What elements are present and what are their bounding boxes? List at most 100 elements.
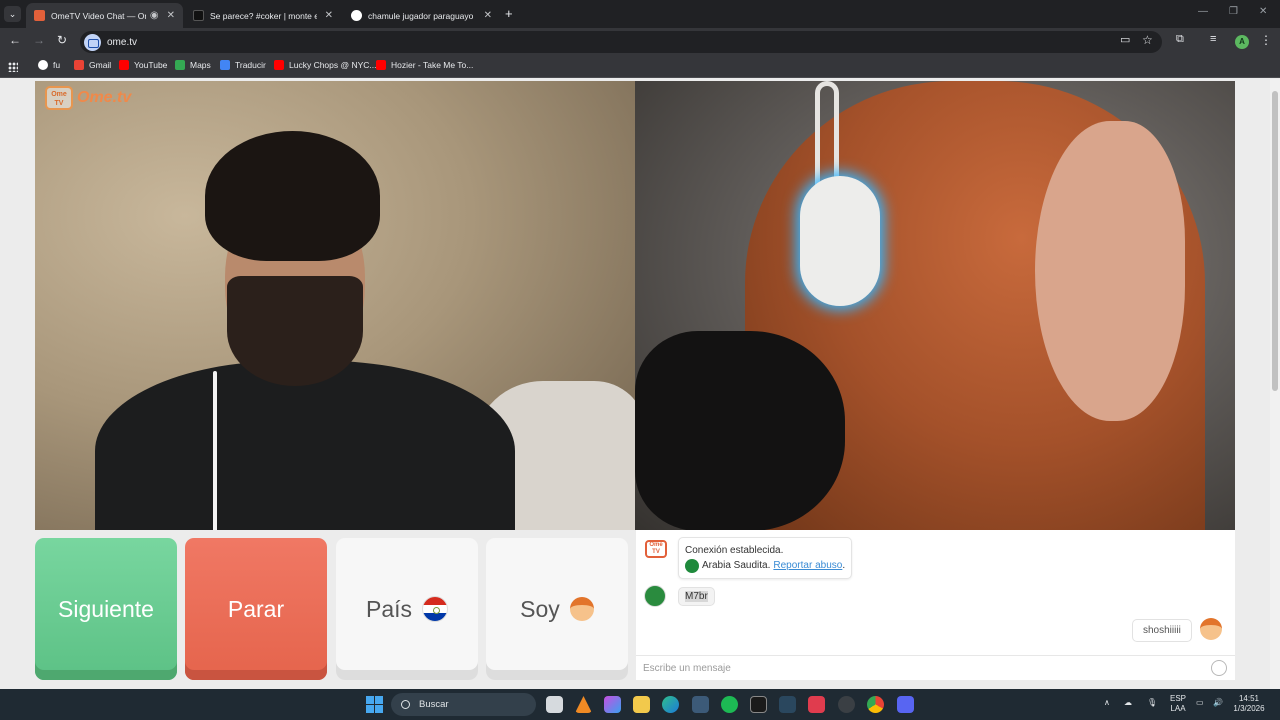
microphone [635,331,845,530]
taskbar-search[interactable]: Buscar [391,693,536,716]
bookmark-label: Traducir [235,60,266,70]
bookmark-label: YouTube [134,60,168,70]
report-abuse-link[interactable]: Reportar abuso [773,558,842,573]
message-input[interactable] [636,656,1196,680]
emoji-picker-icon[interactable] [1211,660,1227,676]
language-indicator[interactable]: ESP LAA [1167,694,1189,714]
tab-search-chevron-icon[interactable]: ⌄ [4,6,21,22]
gender-button-label: Soy [520,595,560,622]
bookmark-item[interactable]: Maps [175,60,211,70]
logo-wordmark: Ome.tv [77,89,132,106]
headphone-band [815,81,839,191]
network-icon[interactable]: ▭ [1196,698,1204,708]
my-message: shoshiiiii [1132,619,1192,642]
system-message: Conexión establecida. Arabia Saudita. Re… [678,537,853,579]
minimize-icon[interactable]: — [1198,6,1208,17]
windows-start-icon[interactable] [366,696,383,713]
tray-chevron-icon[interactable]: ∧ [1104,698,1110,708]
gender-select-button[interactable]: Soy [486,538,628,680]
spotify-icon[interactable] [721,696,738,713]
chrome-icon[interactable] [867,696,884,713]
search-icon [401,700,410,709]
file-explorer-icon[interactable] [633,696,650,713]
bookmark-item[interactable]: Gmail [74,60,111,70]
country-select-button[interactable]: País [336,538,478,680]
youtube-icon [274,60,284,70]
volume-icon[interactable]: 🔊 [1213,698,1223,708]
cast-icon[interactable]: ▭ [1120,33,1130,46]
tab-tiktok[interactable]: Se parece? #coker | monte evere ✕ [185,3,341,28]
stranger-video [635,81,1235,530]
country-name: Arabia Saudita. [702,560,771,571]
back-icon[interactable]: ← [9,33,21,47]
onedrive-icon[interactable]: ☁ [1124,698,1132,708]
menu-kebab-icon[interactable]: ⋮ [1260,33,1272,47]
stop-button[interactable]: Parar [185,538,327,680]
microphone-icon[interactable]: 🎙 [1147,698,1157,708]
forward-icon[interactable]: → [33,33,45,47]
pocket-icon[interactable] [808,696,825,713]
capcut-icon[interactable] [750,696,767,713]
steam-icon[interactable] [779,696,796,713]
youtube-icon [376,60,386,70]
restore-icon[interactable]: ❐ [1229,6,1238,17]
new-tab-button[interactable]: + [505,6,513,21]
tab-close-icon[interactable]: ✕ [167,10,175,21]
recording-icon: ◉ [149,10,159,21]
media-controls-icon[interactable]: ≡ [1210,33,1216,45]
stranger-flag-avatar [644,585,666,607]
windows-taskbar: Buscar ∧ ☁ 🎙 ESP LAA ▭ 🔊 14:51 1/3/2026 [0,689,1280,720]
local-video [35,81,635,530]
tab-google-search[interactable]: chamule jugador paraguayo - B ✕ [343,3,500,28]
bookmark-item[interactable]: Hozier - Take Me To... [376,60,473,70]
page-scrollbar[interactable] [1270,79,1280,689]
discord-icon[interactable] [897,696,914,713]
bookmark-item[interactable]: Lucky Chops @ NYC... [274,60,377,70]
bookmark-label: Gmail [89,60,112,70]
bookmark-item[interactable]: fu [38,60,60,70]
app-icon[interactable] [838,696,855,713]
chat-input-bar [636,655,1235,680]
bookmark-label: Maps [190,60,211,70]
youtube-icon [119,60,129,70]
task-view-icon[interactable] [546,696,563,713]
google-favicon-icon [351,10,362,21]
bookmark-star-icon[interactable]: ☆ [1142,33,1153,47]
site-info-icon[interactable] [84,33,101,51]
tv-icon: Ome TV [45,86,73,110]
browser-tab-bar: ⌄ OmeTV Video Chat — Om ◉ ✕ Se parece? #… [0,0,1280,28]
vlc-icon[interactable] [575,696,592,713]
bookmark-label: Hozier - Take Me To... [391,60,474,70]
store-icon[interactable] [692,696,709,713]
tab-ometv[interactable]: OmeTV Video Chat — Om ◉ ✕ [26,3,183,28]
clock[interactable]: 14:51 1/3/2026 [1228,694,1270,714]
close-window-icon[interactable]: ✕ [1259,6,1267,17]
url-text[interactable]: ome.tv [107,37,137,48]
chat-panel: Ome TV Conexión establecida. Arabia Saud… [636,530,1235,680]
extensions-icon[interactable]: ⧉ [1176,33,1184,46]
maps-icon [175,60,185,70]
ometv-tv-icon: Ome TV [645,540,667,558]
copilot-icon[interactable] [604,696,621,713]
bookmark-item[interactable]: YouTube [119,60,167,70]
report-suffix: . [842,560,846,571]
apps-grid-icon[interactable] [8,62,18,72]
bookmark-item[interactable]: Traducir [220,60,266,70]
reload-icon[interactable]: ↻ [57,33,67,47]
tab-title: Se parece? #coker | monte evere [210,10,317,21]
tiktok-favicon-icon [193,10,204,21]
address-bar[interactable]: ome.tv [80,31,1162,53]
headphone-earcup [800,176,880,306]
ometv-logo[interactable]: Ome TV Ome.tv [45,86,131,110]
tab-close-icon[interactable]: ✕ [484,10,492,21]
tab-close-icon[interactable]: ✕ [325,10,333,21]
country-line: Arabia Saudita. Reportar abuso. [685,558,845,573]
video-person-body [95,361,515,530]
clock-time: 14:51 [1238,694,1260,703]
gmail-icon [74,60,84,70]
next-button[interactable]: Siguiente [35,538,177,680]
edge-icon[interactable] [662,696,679,713]
connection-line: Conexión establecida. [685,545,784,556]
profile-avatar[interactable]: A [1235,35,1249,49]
scrollbar-thumb[interactable] [1272,91,1278,391]
